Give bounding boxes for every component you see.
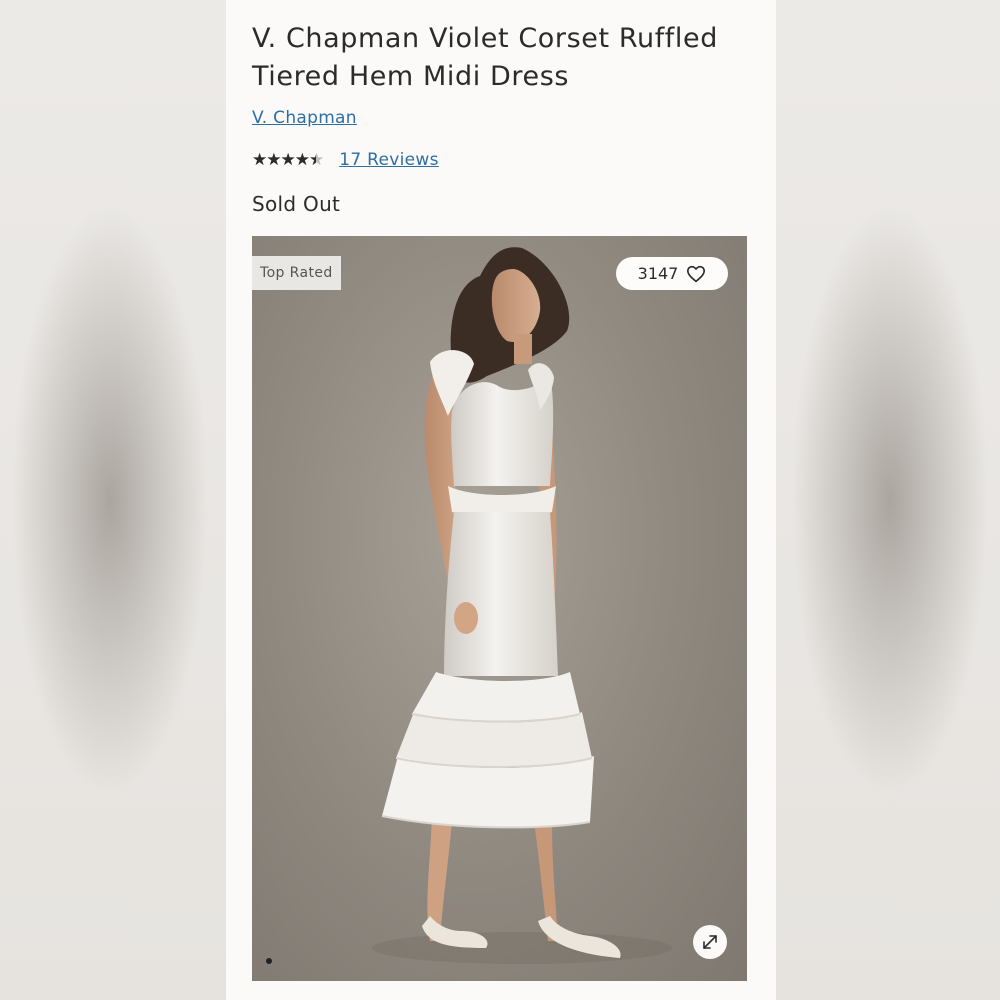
reviews-link[interactable]: 17 Reviews <box>339 150 439 170</box>
product-title: V. Chapman Violet Corset Ruffled Tiered … <box>252 23 718 92</box>
product-image[interactable]: Top Rated 3147 <box>252 236 747 981</box>
rating-row: ★★★★★ ★★★★★ 17 Reviews <box>252 146 439 174</box>
carousel-dot-active[interactable] <box>266 958 272 964</box>
stock-status: Sold Out <box>252 192 341 216</box>
expand-button[interactable] <box>693 925 727 959</box>
top-rated-badge: Top Rated <box>252 256 341 290</box>
expand-arrows-icon <box>703 935 717 949</box>
favorites-count: 3147 <box>637 264 679 283</box>
heart-icon <box>687 265 706 282</box>
favorite-button[interactable]: 3147 <box>616 257 728 290</box>
product-panel: V. Chapman Violet Corset Ruffled Tiered … <box>226 0 776 1000</box>
star-rating: ★★★★★ ★★★★★ <box>252 146 324 174</box>
model-photo <box>372 247 672 964</box>
brand-link[interactable]: V. Chapman <box>252 108 357 128</box>
star-rating-fill: ★★★★★ <box>252 150 316 170</box>
